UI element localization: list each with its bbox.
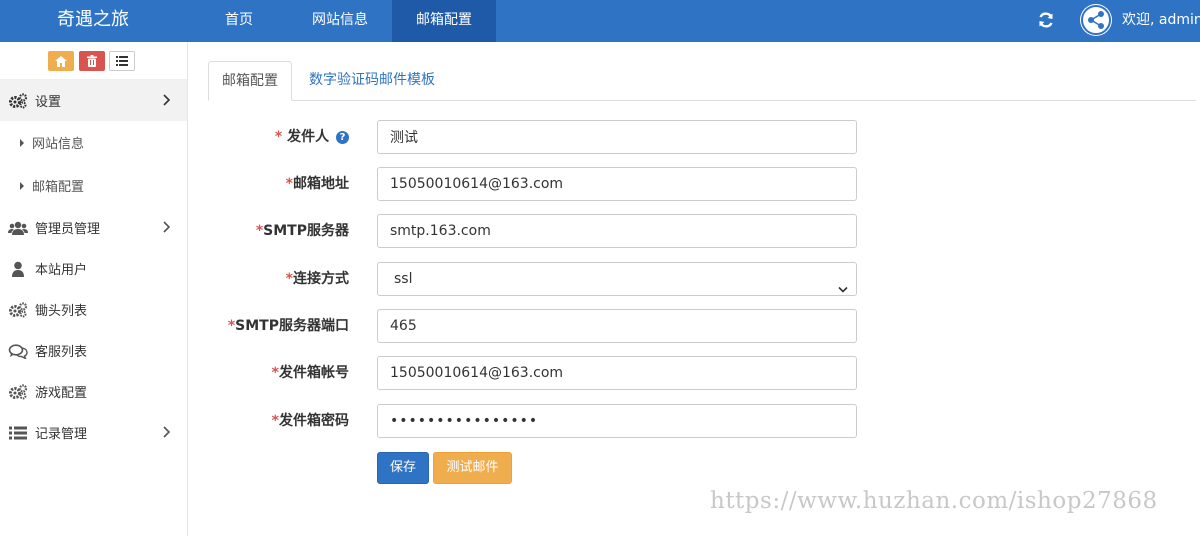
sender-input[interactable] xyxy=(377,120,857,154)
sidebar-item-game-config[interactable]: 游戏配置 xyxy=(0,371,187,412)
top-navbar: 奇遇之旅 首页 网站信息 邮箱配置 欢迎, admin xyxy=(0,0,1200,42)
gears-icon xyxy=(8,383,28,400)
toggle-menu-button[interactable] xyxy=(109,51,135,71)
list-icon xyxy=(8,425,28,441)
sidebar-item-site-users[interactable]: 本站用户 xyxy=(0,248,187,289)
tab-email-config[interactable]: 邮箱配置 xyxy=(208,61,292,101)
connection-select[interactable]: ssl xyxy=(377,262,857,296)
form-row-port: *SMTP服务器端口 xyxy=(208,309,868,343)
list-icon xyxy=(116,56,128,66)
email-label: *邮箱地址 xyxy=(285,176,349,192)
avatar[interactable] xyxy=(1080,4,1112,36)
smtp-server-input[interactable] xyxy=(377,214,857,248)
share-nodes-icon xyxy=(1081,5,1111,35)
chevron-down-icon xyxy=(838,274,848,306)
sidebar-subitem-label: 网站信息 xyxy=(32,137,85,152)
sender-password-input[interactable] xyxy=(377,404,857,438)
caret-right-icon xyxy=(20,138,24,147)
nav-site-info[interactable]: 网站信息 xyxy=(288,0,392,42)
sidebar-item-label: 记录管理 xyxy=(35,427,88,442)
refresh-icon[interactable] xyxy=(1036,10,1056,30)
question-circle-icon[interactable]: ? xyxy=(336,130,349,144)
main-nav: 首页 网站信息 邮箱配置 xyxy=(190,0,496,42)
user-icon xyxy=(8,261,28,277)
smtp-label: *SMTP服务器 xyxy=(255,223,349,239)
user-menu[interactable]: 欢迎, admin xyxy=(1122,0,1200,42)
sidebar-item-label: 管理员管理 xyxy=(35,222,101,237)
sidebar-item-records[interactable]: 记录管理 xyxy=(0,412,187,453)
form-row-sender: * 发件人 ? xyxy=(208,120,868,154)
sidebar-subitem-label: 邮箱配置 xyxy=(32,180,85,195)
sidebar-item-label: 锄头列表 xyxy=(35,304,88,319)
config-tabs: 邮箱配置 数字验证码邮件模板 xyxy=(208,61,1196,101)
save-button[interactable]: 保存 xyxy=(377,452,429,484)
email-input[interactable] xyxy=(377,167,857,201)
sidebar-item-label: 本站用户 xyxy=(35,263,88,278)
form-row-password: *发件箱密码 xyxy=(208,404,868,438)
chevron-right-icon xyxy=(163,426,171,442)
home-icon xyxy=(55,55,67,67)
form-row-email: *邮箱地址 xyxy=(208,167,868,201)
sidebar-item-label: 客服列表 xyxy=(35,345,88,360)
nav-email-config[interactable]: 邮箱配置 xyxy=(392,0,496,42)
sidebar-item-service-list[interactable]: 客服列表 xyxy=(0,330,187,371)
test-email-button[interactable]: 测试邮件 xyxy=(433,452,512,484)
gears-icon xyxy=(8,92,28,109)
password-label: *发件箱密码 xyxy=(271,413,349,429)
sidebar-toolbar xyxy=(0,42,187,80)
sidebar-item-admins[interactable]: 管理员管理 xyxy=(0,207,187,248)
trash-icon xyxy=(87,55,97,67)
form-row-smtp: *SMTP服务器 xyxy=(208,214,868,248)
watermark: https://www.huzhan.com/ishop27868 xyxy=(710,488,1158,514)
tab-code-email-template[interactable]: 数字验证码邮件模板 xyxy=(309,61,435,101)
chevron-right-icon xyxy=(163,221,171,237)
caret-right-icon xyxy=(20,181,24,190)
sender-account-input[interactable] xyxy=(377,356,857,390)
form-row-connection: *连接方式 ssl xyxy=(208,262,868,296)
sidebar-subitem-email-config[interactable]: 邮箱配置 xyxy=(0,164,187,207)
sidebar-item-hoe-list[interactable]: 锄头列表 xyxy=(0,289,187,330)
sidebar-item-settings[interactable]: 设置 xyxy=(0,80,187,121)
connection-label: *连接方式 xyxy=(285,271,349,287)
welcome-text: 欢迎, admin xyxy=(1122,12,1200,28)
sidebar: 设置 网站信息 邮箱配置 管理员管理 本站用户 锄头列表 客服列表 游戏配置 记… xyxy=(0,42,188,536)
connection-select-value: ssl xyxy=(394,271,413,287)
account-label: *发件箱帐号 xyxy=(271,365,349,381)
home-button[interactable] xyxy=(48,51,74,71)
sender-label: * 发件人 ? xyxy=(208,120,349,154)
sidebar-subitem-site-info[interactable]: 网站信息 xyxy=(0,121,187,164)
chevron-right-icon xyxy=(163,94,171,110)
chat-icon xyxy=(8,343,28,359)
gears-icon xyxy=(8,301,28,318)
sidebar-item-label: 游戏配置 xyxy=(35,386,88,401)
clear-cache-button[interactable] xyxy=(79,51,105,71)
sidebar-item-label: 设置 xyxy=(35,95,62,110)
users-icon xyxy=(8,220,28,236)
nav-home[interactable]: 首页 xyxy=(190,0,288,42)
brand-title[interactable]: 奇遇之旅 xyxy=(57,0,129,42)
port-label: *SMTP服务器端口 xyxy=(227,318,349,334)
form-row-account: *发件箱帐号 xyxy=(208,356,868,390)
smtp-port-input[interactable] xyxy=(377,309,857,343)
